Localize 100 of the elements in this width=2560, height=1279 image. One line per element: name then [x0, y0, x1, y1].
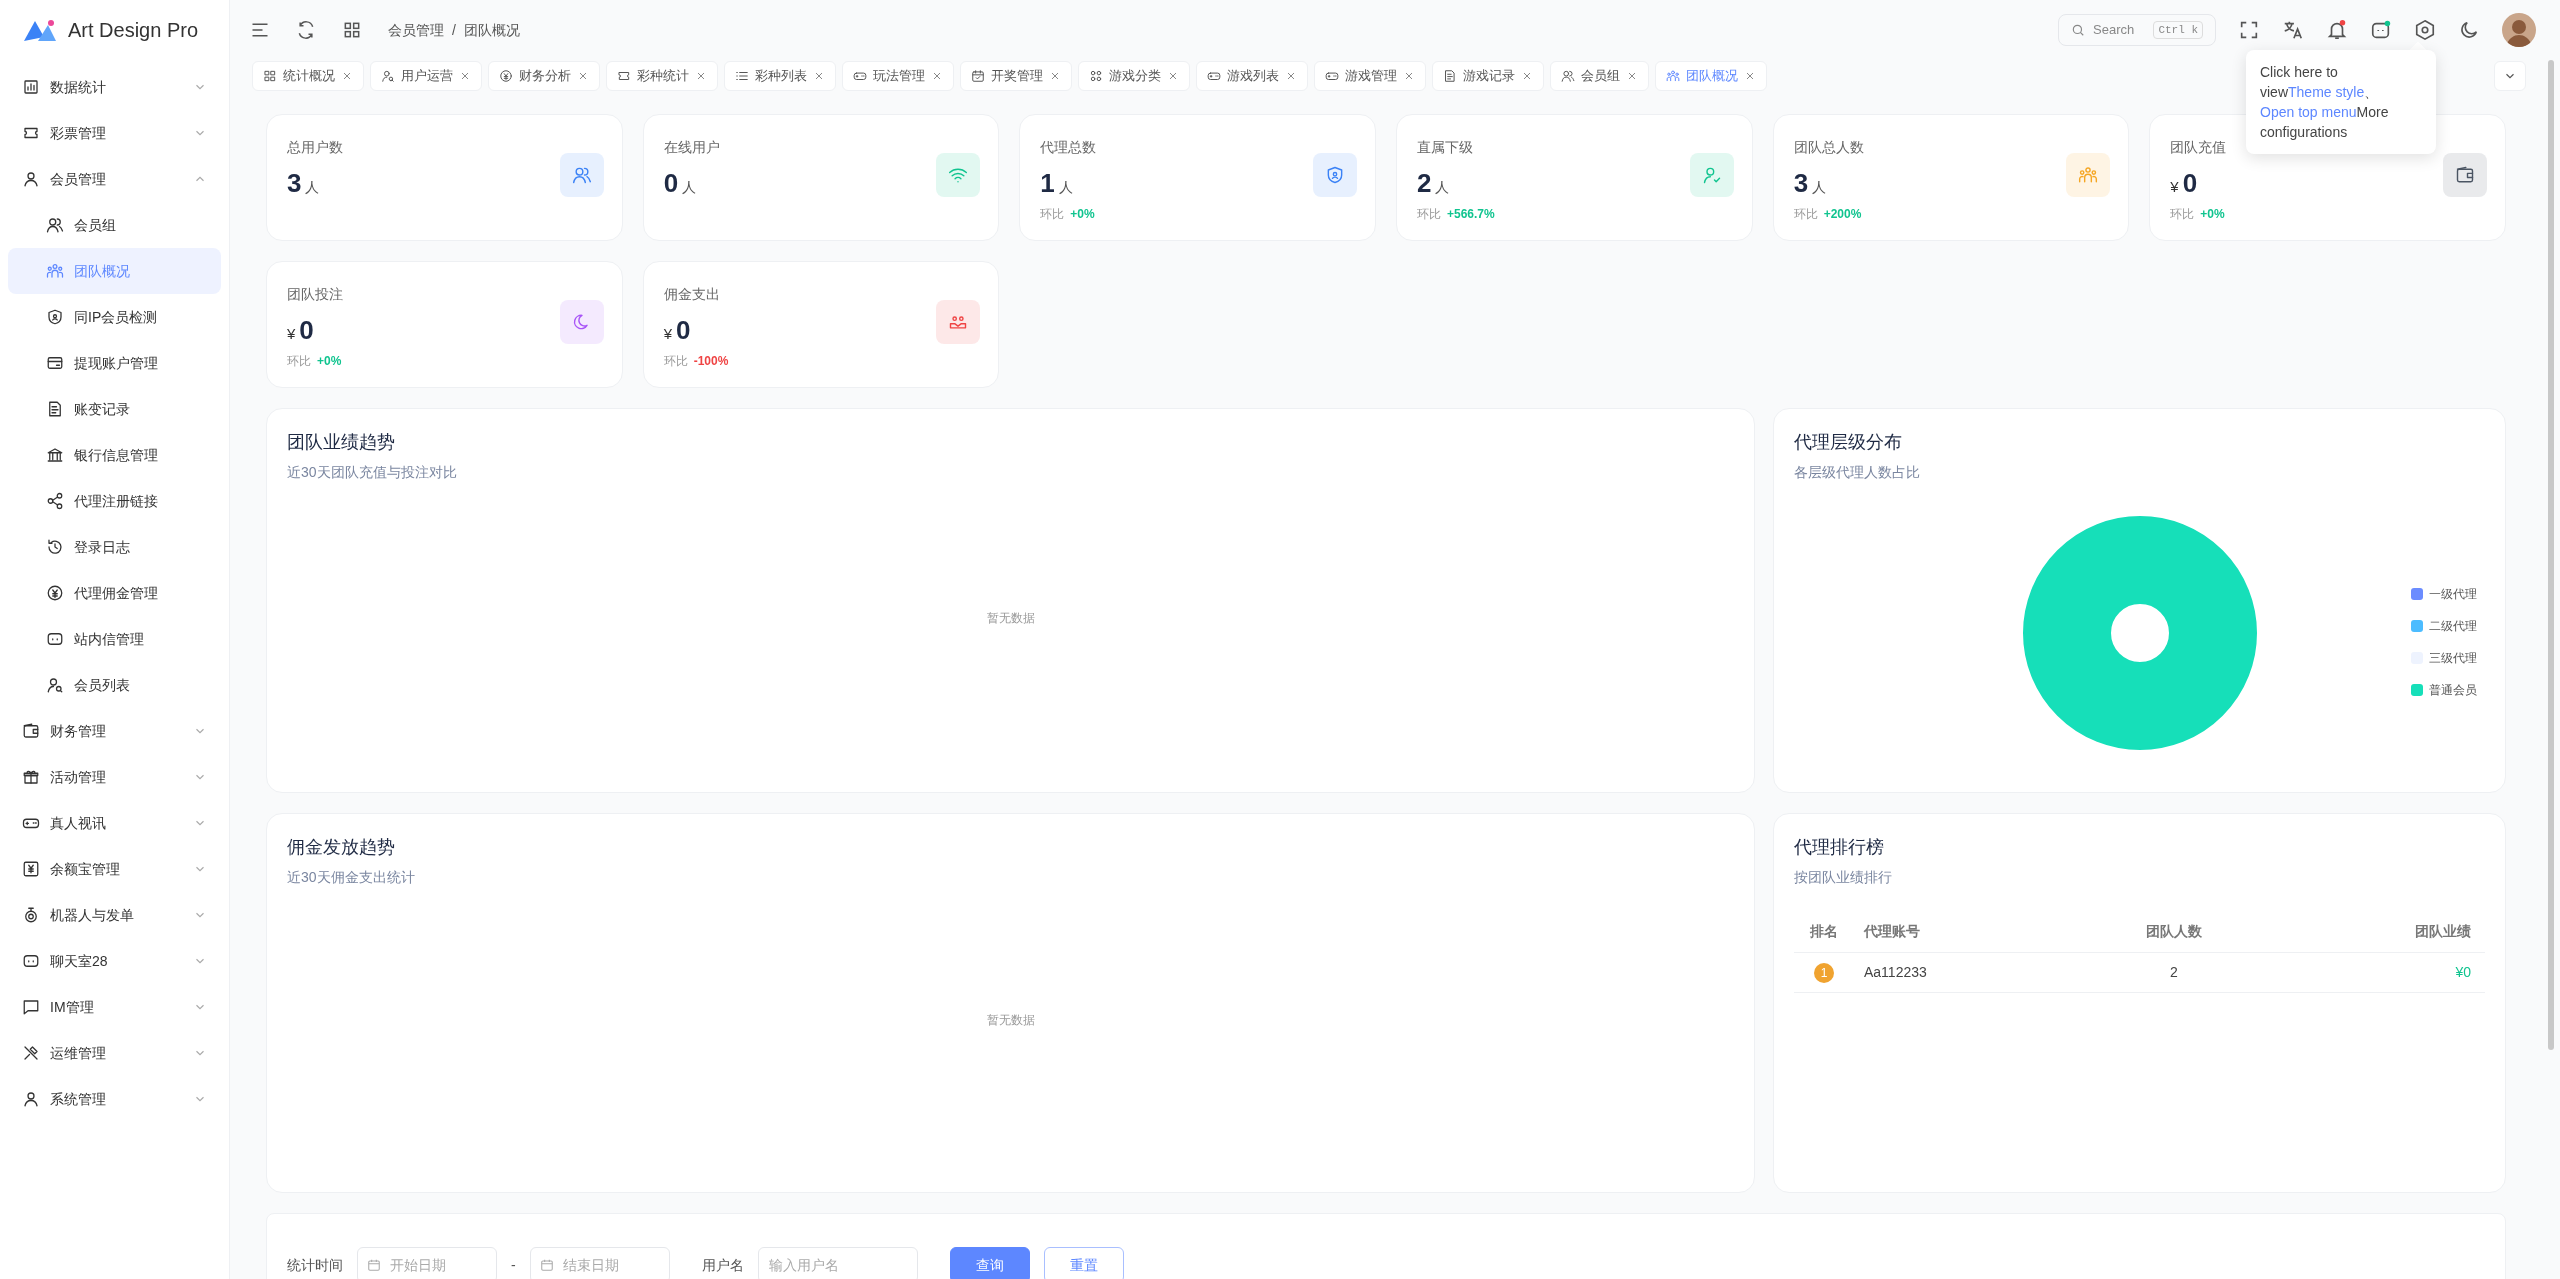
- sidebar-item[interactable]: 聊天室28: [8, 938, 221, 984]
- calendar-icon: [367, 1258, 381, 1272]
- tab[interactable]: 游戏管理: [1314, 61, 1426, 91]
- tab[interactable]: 用户运营: [370, 61, 482, 91]
- tab[interactable]: 游戏记录: [1432, 61, 1544, 91]
- tab[interactable]: 彩种统计: [606, 61, 718, 91]
- sidebar-item[interactable]: 余额宝管理: [8, 846, 221, 892]
- users-icon: [46, 216, 64, 234]
- empty-text: 暂无数据: [986, 1012, 1035, 1029]
- close-icon[interactable]: [695, 70, 707, 82]
- legend-label: 一级代理: [2429, 586, 2477, 603]
- close-icon[interactable]: [1403, 70, 1415, 82]
- breadcrumb-item[interactable]: 团队概况: [463, 19, 520, 41]
- tab[interactable]: 开奖管理: [960, 61, 1072, 91]
- menu-icon[interactable]: [250, 20, 270, 40]
- stat-label: 在线用户: [663, 138, 721, 157]
- change-value: -100%: [693, 353, 729, 370]
- dark-mode-icon[interactable]: [2458, 19, 2480, 41]
- close-icon[interactable]: [341, 70, 353, 82]
- tab[interactable]: 游戏列表: [1196, 61, 1308, 91]
- shortcut-key: Ctrl k: [2153, 20, 2203, 40]
- close-icon[interactable]: [1285, 70, 1297, 82]
- gamepad-icon: [1207, 69, 1221, 83]
- sidebar-item[interactable]: 活动管理: [8, 754, 221, 800]
- sidebar-subitem[interactable]: 会员组: [8, 202, 221, 248]
- stat-label: 佣金支出: [663, 285, 721, 304]
- stat-unit: 人: [1812, 178, 1827, 197]
- scrollbar[interactable]: [2548, 60, 2554, 1050]
- stat-label: 代理总数: [1040, 138, 1098, 157]
- settings-icon[interactable]: [2414, 19, 2436, 41]
- breadcrumb-item[interactable]: 会员管理: [388, 19, 444, 41]
- user-icon: [22, 170, 40, 188]
- gamepad-icon: [1325, 69, 1339, 83]
- user-search-icon: [46, 676, 64, 694]
- notification-icon[interactable]: [2326, 19, 2348, 41]
- card-icon: [46, 354, 64, 372]
- fullscreen-icon[interactable]: [2238, 19, 2260, 41]
- tab[interactable]: 财务分析: [488, 61, 600, 91]
- sidebar-subitem[interactable]: 银行信息管理: [8, 432, 221, 478]
- sidebar-item[interactable]: 彩票管理: [8, 110, 221, 156]
- bar-chart-icon: [22, 78, 40, 96]
- close-icon[interactable]: [1049, 70, 1061, 82]
- tab[interactable]: 游戏分类: [1078, 61, 1190, 91]
- tab[interactable]: 玩法管理: [842, 61, 954, 91]
- tab[interactable]: 统计概况: [252, 61, 364, 91]
- sidebar-subitem[interactable]: 站内信管理: [8, 616, 221, 662]
- logo-icon: [24, 19, 56, 41]
- currency-symbol: ¥: [2170, 177, 2179, 197]
- sidebar-item[interactable]: 系统管理: [8, 1076, 221, 1122]
- avatar[interactable]: [2502, 13, 2536, 47]
- sidebar-item[interactable]: 数据统计: [8, 64, 221, 110]
- yen-coin-icon: [46, 584, 64, 602]
- sidebar-subitem[interactable]: 提现账户管理: [8, 340, 221, 386]
- close-icon[interactable]: [1167, 70, 1179, 82]
- yen-coin-icon: [499, 69, 513, 83]
- sidebar-item[interactable]: 机器人与发单: [8, 892, 221, 938]
- gift-icon: [22, 768, 40, 786]
- stat-value: 0: [2182, 167, 2198, 200]
- close-icon[interactable]: [1744, 70, 1756, 82]
- tooltip-text: Click here to viewTheme style、 Open top menuMore configurations: [2260, 63, 2390, 142]
- translate-icon[interactable]: [2282, 19, 2304, 41]
- sidebar-item[interactable]: 会员管理: [8, 156, 221, 202]
- search-button[interactable]: Search Ctrl k: [2058, 14, 2216, 46]
- input-field[interactable]: 输入用户名: [757, 1247, 918, 1279]
- legend-label: 普通会员: [2429, 682, 2477, 699]
- sidebar-item[interactable]: 财务管理: [8, 708, 221, 754]
- sidebar-subitem[interactable]: 会员列表: [8, 662, 221, 708]
- sidebar-item[interactable]: 真人视讯: [8, 800, 221, 846]
- grid-icon[interactable]: [342, 20, 362, 40]
- table-cell: Aa112233: [1854, 952, 2086, 992]
- sidebar-item[interactable]: IM管理: [8, 984, 221, 1030]
- column-header: 团队业绩: [2262, 912, 2485, 952]
- sidebar-subitem[interactable]: 账变记录: [8, 386, 221, 432]
- close-icon[interactable]: [459, 70, 471, 82]
- tab[interactable]: 彩种列表: [724, 61, 836, 91]
- date-field[interactable]: 结束日期: [529, 1247, 670, 1279]
- refresh-icon[interactable]: [296, 20, 316, 40]
- sidebar-subitem[interactable]: 同IP会员检测: [8, 294, 221, 340]
- sidebar-subitem[interactable]: 代理佣金管理: [8, 570, 221, 616]
- card-subtitle: 按团队业绩排行: [1794, 868, 1893, 887]
- sidebar-subitem[interactable]: 登录日志: [8, 524, 221, 570]
- column-header: 团队人数: [2085, 912, 2263, 952]
- tab[interactable]: 会员组: [1550, 61, 1649, 91]
- close-icon[interactable]: [813, 70, 825, 82]
- card-title: 代理层级分布: [1794, 431, 1903, 454]
- chat-icon[interactable]: [2370, 19, 2392, 41]
- document-icon: [46, 400, 64, 418]
- yen-box-icon: [22, 860, 40, 878]
- sidebar-item[interactable]: 运维管理: [8, 1030, 221, 1076]
- close-icon[interactable]: [1626, 70, 1638, 82]
- date-field[interactable]: 开始日期: [357, 1247, 497, 1279]
- legend-label: 二级代理: [2429, 618, 2477, 635]
- close-icon[interactable]: [577, 70, 589, 82]
- stat-value: 1: [1040, 167, 1055, 200]
- message-icon: [22, 998, 40, 1016]
- stat-label: 团队总人数: [1793, 138, 1865, 157]
- close-icon[interactable]: [1521, 70, 1533, 82]
- stat-value: 0: [663, 167, 679, 200]
- sidebar-subitem[interactable]: 代理注册链接: [8, 478, 221, 524]
- close-icon[interactable]: [931, 70, 943, 82]
